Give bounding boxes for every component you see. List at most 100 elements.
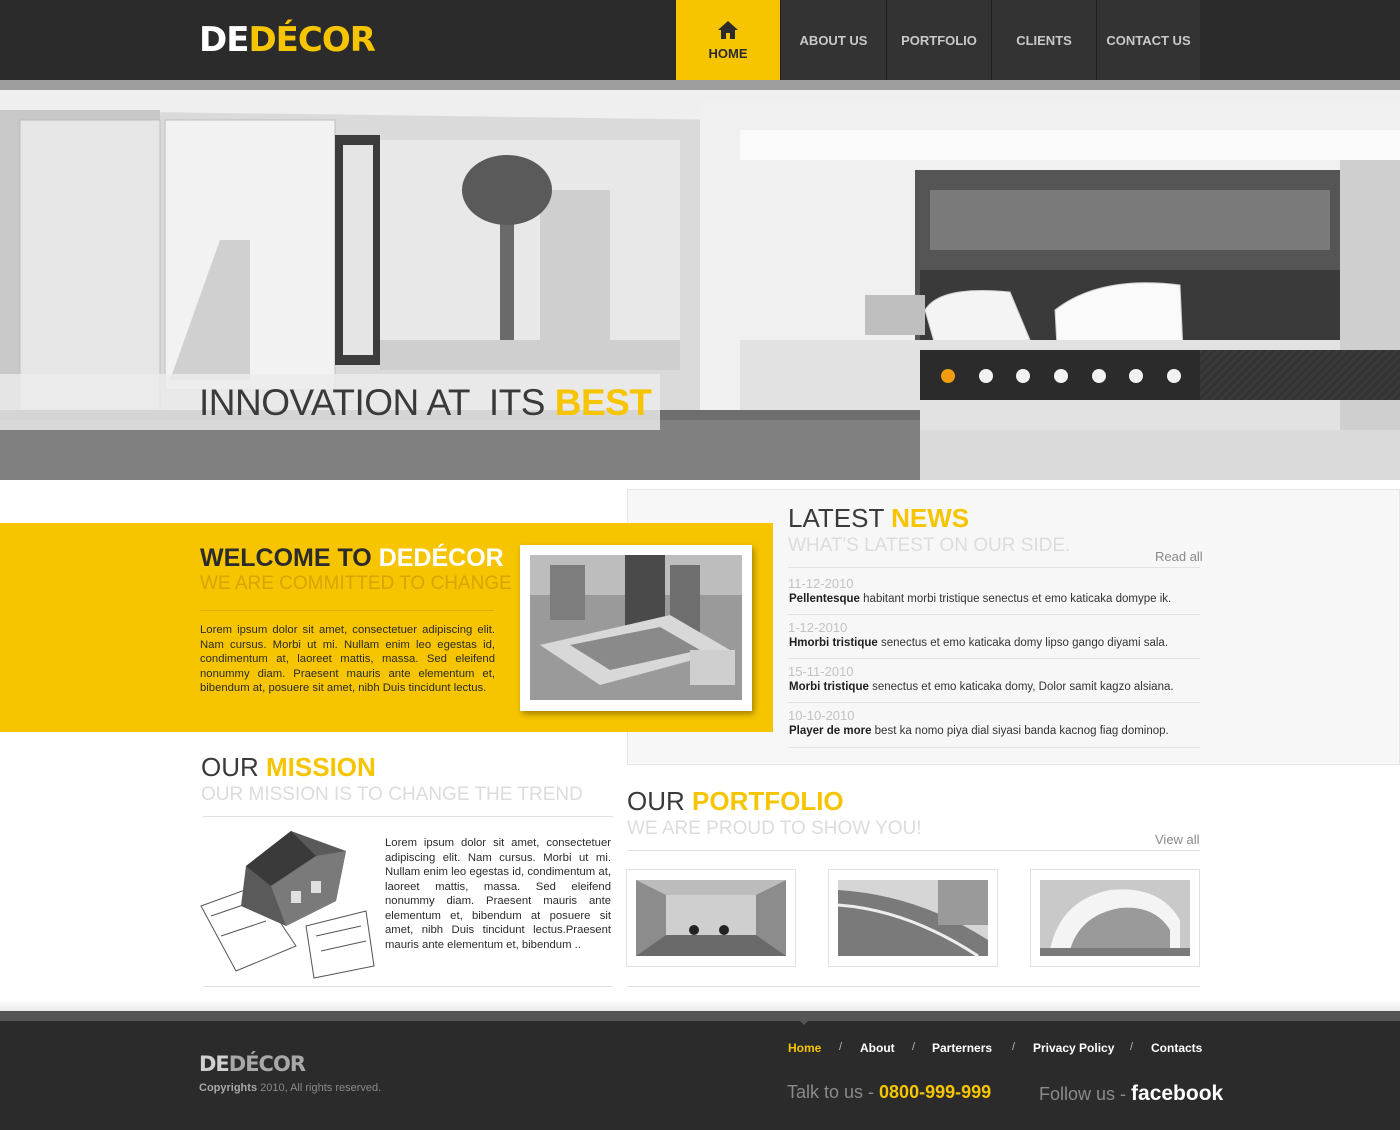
footer-logo-part2: DÉCOR [228, 1052, 306, 1076]
phone-number[interactable]: 0800-999-999 [879, 1082, 991, 1102]
main-nav: HOME ABOUT US PORTFOLIO CLIENTS CONTACT … [676, 0, 1200, 80]
news-title-part2: NEWS [891, 503, 970, 533]
news-divider [788, 658, 1200, 659]
news-item-bold: Player de more [789, 725, 872, 737]
house-blueprint-image [196, 826, 376, 981]
nav-portfolio[interactable]: PORTFOLIO [886, 0, 991, 80]
footer-logo-part1: DE [199, 1052, 230, 1076]
news-item[interactable]: Morbi tristique senectus et emo katicaka… [789, 681, 1174, 693]
footer-phone: Talk to us - 0800-999-999 [787, 1082, 991, 1103]
hero-caption-highlight: BEST [554, 382, 652, 423]
footer-top-bar [0, 1011, 1400, 1021]
home-icon [718, 20, 738, 39]
mission-title: OUR MISSION [201, 752, 376, 783]
news-item-text: senectus et emo katicaka domy lipso gang… [877, 637, 1169, 649]
nav-home-label: HOME [708, 45, 748, 61]
footer-link-contacts[interactable]: Contacts [1151, 1041, 1202, 1055]
news-divider [788, 702, 1200, 703]
news-item[interactable]: Hmorbi tristique senectus et emo katicak… [789, 637, 1168, 649]
portfolio-title-part1: OUR [627, 786, 692, 816]
mission-divider [203, 816, 613, 817]
portfolio-subtitle: WE ARE PROUD TO SHOW YOU! [627, 818, 922, 839]
news-title-part1: LATEST [788, 503, 892, 533]
welcome-subtitle: WE ARE COMMITTED TO CHANGE [200, 573, 512, 594]
news-title: LATEST NEWS [788, 503, 969, 534]
mission-text: Lorem ipsum dolor sit amet, consectetuer… [385, 837, 611, 951]
talk-label: Talk to us - [787, 1082, 880, 1102]
slider-dot-4[interactable] [1054, 369, 1068, 383]
hero-slider: INNOVATION AT ITS BEST [0, 80, 1400, 480]
nav-contact-label: CONTACT US [1106, 32, 1191, 48]
news-date: 1-12-2010 [788, 620, 848, 635]
nav-about[interactable]: ABOUT US [780, 0, 886, 80]
nav-clients[interactable]: CLIENTS [991, 0, 1096, 80]
slider-dot-3[interactable] [1016, 369, 1030, 383]
hero-caption: INNOVATION AT ITS BEST [0, 374, 660, 430]
footer-logo[interactable]: DEDÉCOR [199, 1052, 306, 1076]
news-item-text: best ka nomo piya dial siyasi banda kacn… [871, 725, 1169, 737]
logo-part1: DE [199, 20, 249, 60]
hero-caption-text: INNOVATION AT ITS BEST [199, 382, 652, 424]
nav-portfolio-label: PORTFOLIO [901, 32, 977, 48]
slider-dot-6[interactable] [1129, 369, 1143, 383]
welcome-photo-frame [520, 545, 752, 711]
follow-label: Follow us - [1039, 1084, 1132, 1104]
footer-link-home[interactable]: Home [788, 1041, 821, 1055]
footer-link-privacy[interactable]: Privacy Policy [1033, 1041, 1114, 1055]
portfolio-divider [627, 850, 1200, 851]
news-divider [788, 567, 1200, 568]
copyright-rest: 2010, All rights reserved. [257, 1082, 382, 1094]
footer-link-partners[interactable]: Parterners [932, 1041, 992, 1055]
portfolio-bottom-divider [627, 986, 1200, 987]
logo[interactable]: DEDÉCOR [199, 20, 376, 60]
nav-about-label: ABOUT US [799, 32, 868, 48]
footer-copyright: Copyrights 2010, All rights reserved. [199, 1082, 381, 1094]
footer-active-indicator [798, 1019, 810, 1025]
nav-clients-label: CLIENTS [1016, 32, 1072, 48]
portfolio-image-building [838, 880, 988, 956]
portfolio-view-all-link[interactable]: View all [1155, 832, 1200, 847]
slider-dot-5[interactable] [1092, 369, 1106, 383]
header: DEDÉCOR HOME ABOUT US PORTFOLIO CLIENTS … [0, 0, 1400, 80]
footer-link-about[interactable]: About [860, 1041, 895, 1055]
welcome-divider [200, 610, 494, 611]
news-subtitle: WHAT'S LATEST ON OUR SIDE. [788, 535, 1071, 556]
news-divider [788, 614, 1200, 615]
copyright-bold: Copyrights [199, 1082, 258, 1094]
slider-dot-7[interactable] [1167, 369, 1181, 383]
nav-contact[interactable]: CONTACT US [1096, 0, 1200, 80]
building-image [530, 555, 742, 700]
portfolio-title: OUR PORTFOLIO [627, 786, 844, 817]
portfolio-thumb-1[interactable] [626, 869, 796, 967]
nav-home[interactable]: HOME [676, 0, 780, 80]
news-read-all-link[interactable]: Read all [1155, 549, 1203, 564]
news-item-bold: Morbi tristique [789, 681, 869, 693]
footer-separator: / [1012, 1041, 1016, 1053]
news-item[interactable]: Pellentesque habitant morbi tristique se… [789, 593, 1171, 605]
slider-dot-2[interactable] [979, 369, 993, 383]
news-item[interactable]: Player de more best ka nomo piya dial si… [789, 725, 1169, 737]
facebook-link[interactable]: facebook [1131, 1082, 1223, 1105]
news-date: 11-12-2010 [788, 576, 854, 591]
mission-title-part1: OUR [201, 752, 266, 782]
mission-title-part2: MISSION [266, 752, 376, 782]
news-date: 10-10-2010 [788, 708, 855, 723]
welcome-title-part1: WELCOME TO [200, 544, 379, 572]
news-item-bold: Hmorbi tristique [789, 637, 878, 649]
welcome-title-part2: DEDÉCOR [378, 544, 504, 572]
news-divider [788, 747, 1200, 748]
hero-caption-prefix: INNOVATION AT ITS [199, 382, 555, 423]
welcome-title: WELCOME TO DEDÉCOR [200, 544, 504, 573]
footer-follow: Follow us - facebook [1039, 1082, 1223, 1106]
portfolio-thumb-3[interactable] [1030, 869, 1200, 967]
portfolio-thumb-2[interactable] [828, 869, 998, 967]
slider-pattern [1200, 350, 1400, 400]
portfolio-image-architecture [1040, 880, 1190, 956]
footer-separator: / [1130, 1041, 1134, 1053]
footer-separator: / [912, 1041, 916, 1053]
slider-dot-1[interactable] [941, 369, 955, 383]
news-date: 15-11-2010 [788, 664, 854, 679]
news-item-text: senectus et emo katicaka domy, Dolor sam… [868, 681, 1174, 693]
hero-top-strip [0, 80, 1400, 90]
news-item-text: habitant morbi tristique senectus et emo… [859, 593, 1172, 605]
